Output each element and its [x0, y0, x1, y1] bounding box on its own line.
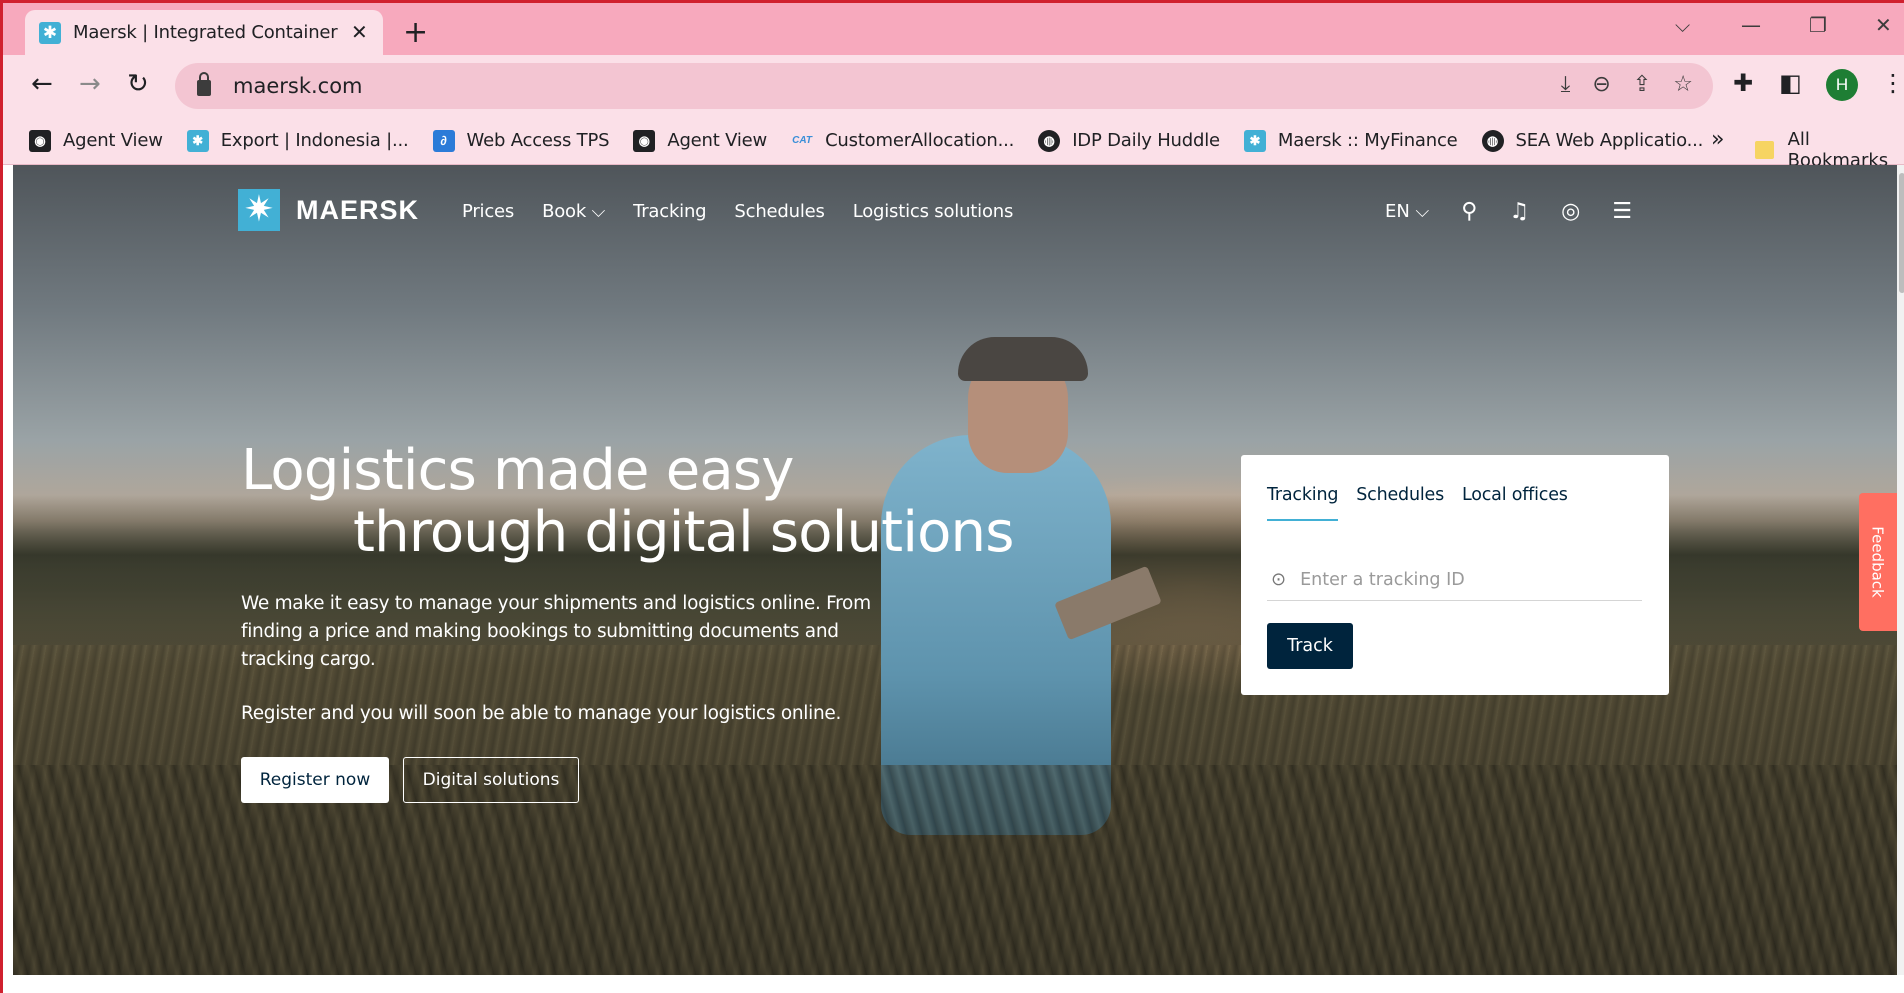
extensions-icon[interactable]: ✚ — [1733, 69, 1753, 97]
hamburger-menu-icon[interactable]: ☰ — [1612, 199, 1632, 224]
menu-book[interactable]: Book ⌵ — [542, 201, 605, 222]
maersk-star-icon: ✷ — [238, 189, 280, 231]
feedback-label: Feedback — [1869, 526, 1887, 598]
globe-icon: ◍ — [1481, 129, 1504, 152]
reload-icon[interactable]: ↻ — [127, 69, 149, 99]
bookmark-item[interactable]: ✱ Export | Indonesia |... — [186, 129, 409, 152]
minimize-icon[interactable]: — — [1741, 13, 1761, 37]
menu-prices[interactable]: Prices — [462, 201, 514, 222]
share-icon[interactable]: ⇪ — [1633, 72, 1651, 97]
maersk-favicon-icon: ✱ — [39, 21, 61, 44]
hero-section: ✷ MAERSK Prices Book ⌵ Tracking Schedule… — [13, 165, 1897, 975]
new-tab-button[interactable]: + — [403, 15, 428, 50]
hero-person-cap — [958, 337, 1088, 381]
menu-logistics-solutions[interactable]: Logistics solutions — [853, 201, 1014, 222]
link-icon: ∂ — [432, 129, 455, 152]
folder-icon — [1755, 141, 1774, 159]
scrollbar-thumb[interactable] — [1899, 173, 1904, 293]
bookmarks-overflow-icon[interactable]: » — [1711, 127, 1724, 152]
hero-headline: Logistics made easy through digital solu… — [241, 440, 1014, 564]
tracking-input-wrapper: ⊙ — [1267, 559, 1642, 601]
window-close-icon[interactable]: ✕ — [1875, 13, 1892, 37]
url-text[interactable]: maersk.com — [233, 74, 363, 98]
forward-icon[interactable]: → — [79, 69, 101, 99]
menu-tracking[interactable]: Tracking — [633, 201, 707, 222]
globe-icon: ◍ — [1038, 129, 1061, 152]
cat-icon: CAT — [792, 134, 812, 146]
site-header: ✷ MAERSK Prices Book ⌵ Tracking Schedule… — [13, 165, 1897, 245]
logo-text: MAERSK — [296, 194, 420, 225]
account-icon[interactable]: ◎ — [1561, 199, 1580, 224]
bookmark-star-icon[interactable]: ☆ — [1673, 72, 1693, 97]
tab-schedules[interactable]: Schedules — [1356, 485, 1444, 521]
browser-toolbar: ← → ↻ maersk.com ⤓ ⊖ ⇪ ☆ ✚ ◧ H ⋮ — [3, 55, 1904, 117]
restore-icon[interactable]: ❐ — [1809, 13, 1827, 37]
track-button[interactable]: Track — [1267, 623, 1353, 669]
bookmark-item[interactable]: ◍ IDP Daily Huddle — [1038, 129, 1220, 152]
tab-title: Maersk | Integrated Container Lo — [73, 22, 341, 43]
chrome-menu-icon[interactable]: ⋮ — [1881, 69, 1904, 97]
page-below-fold — [13, 975, 1897, 993]
hero-description: We make it easy to manage your shipments… — [241, 593, 871, 670]
digital-solutions-button[interactable]: Digital solutions — [403, 757, 579, 803]
maersk-star-icon: ✱ — [186, 129, 209, 152]
tab-local-offices[interactable]: Local offices — [1462, 485, 1568, 521]
maersk-logo[interactable]: ✷ MAERSK — [238, 189, 419, 231]
headline-line-2: through digital solutions — [353, 500, 1014, 565]
search-icon[interactable]: ⚲ — [1461, 199, 1477, 224]
tracking-widget: Tracking Schedules Local offices ⊙ Track — [1241, 455, 1669, 695]
header-actions: EN ⌵ ⚲ ♫ ◎ ☰ — [1385, 199, 1632, 224]
location-pin-icon: ⊙ — [1271, 569, 1287, 590]
bookmark-item[interactable]: ✱ Maersk :: MyFinance — [1243, 129, 1458, 152]
page-scrollbar[interactable] — [1897, 165, 1904, 975]
browser-window: ✱ Maersk | Integrated Container Lo ✕ + ⌵… — [0, 0, 1904, 993]
bookmark-item[interactable]: ◍ SEA Web Applicatio... — [1481, 129, 1703, 152]
headline-line-1: Logistics made easy — [241, 438, 794, 503]
zoom-out-icon[interactable]: ⊖ — [1592, 72, 1610, 97]
tracking-id-input[interactable] — [1300, 569, 1621, 590]
bell-icon[interactable]: ♫ — [1509, 199, 1529, 224]
lock-icon[interactable] — [197, 72, 211, 96]
bookmark-item[interactable]: ∂ Web Access TPS — [432, 129, 610, 152]
maersk-star-icon: ✱ — [1243, 129, 1266, 152]
bookmarks-bar: ◉ Agent View ✱ Export | Indonesia |... ∂… — [3, 117, 1904, 171]
menu-schedules[interactable]: Schedules — [734, 201, 824, 222]
feedback-tab[interactable]: Feedback — [1859, 493, 1897, 631]
bookmark-item[interactable]: ◉ Agent View — [633, 129, 767, 152]
main-menu: Prices Book ⌵ Tracking Schedules Logisti… — [462, 201, 1013, 222]
bookmark-item[interactable]: CAT CustomerAllocation... — [791, 130, 1014, 152]
profile-avatar[interactable]: H — [1826, 69, 1858, 101]
register-now-button[interactable]: Register now — [241, 757, 389, 803]
back-icon[interactable]: ← — [31, 69, 53, 99]
install-icon[interactable]: ⤓ — [1561, 72, 1571, 97]
agent-icon: ◉ — [29, 129, 51, 152]
hero-register-text: Register and you will soon be able to ma… — [241, 703, 842, 724]
address-bar[interactable]: maersk.com ⤓ ⊖ ⇪ ☆ — [175, 63, 1713, 109]
tab-search-icon[interactable]: ⌵ — [1675, 13, 1690, 37]
agent-icon: ◉ — [633, 129, 656, 152]
title-bar: ✱ Maersk | Integrated Container Lo ✕ + ⌵… — [3, 3, 1904, 55]
tracking-widget-tabs: Tracking Schedules Local offices — [1267, 485, 1568, 521]
tab-tracking[interactable]: Tracking — [1267, 485, 1338, 521]
language-selector[interactable]: EN ⌵ — [1385, 201, 1429, 222]
tab-close-icon[interactable]: ✕ — [351, 20, 368, 45]
bookmark-item[interactable]: ◉ Agent View — [29, 129, 163, 152]
side-panel-icon[interactable]: ◧ — [1779, 69, 1802, 97]
browser-tab[interactable]: ✱ Maersk | Integrated Container Lo ✕ — [25, 10, 383, 55]
